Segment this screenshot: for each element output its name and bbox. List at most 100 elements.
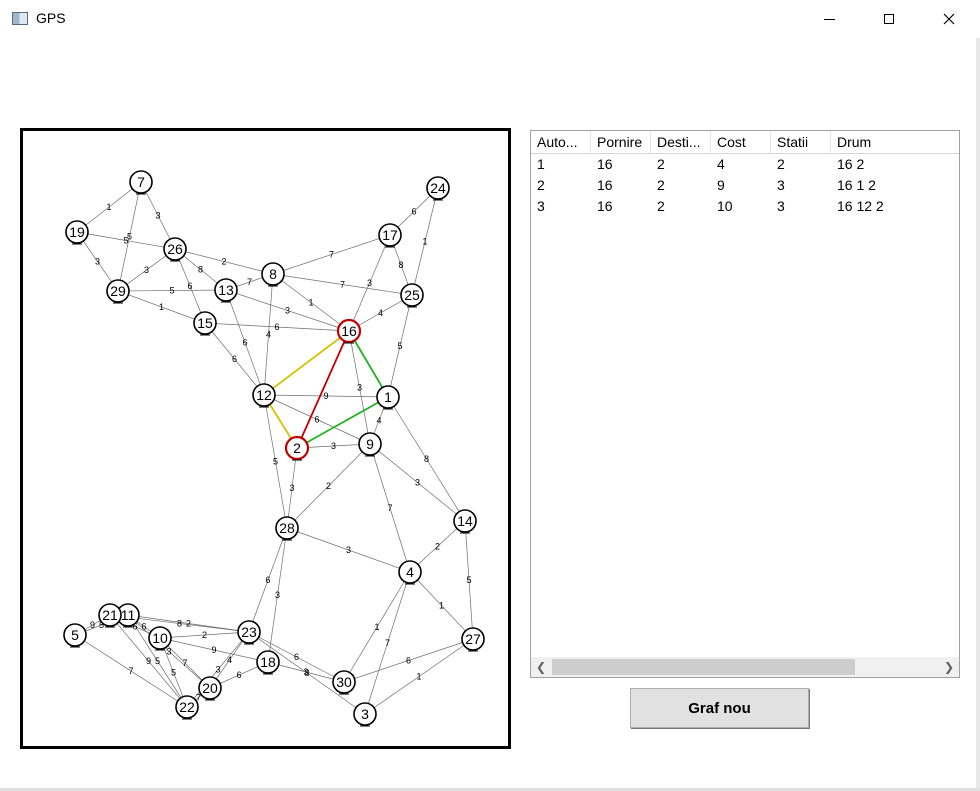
graph-node-label: 24 (430, 180, 446, 196)
edge-weight-label: 8 (424, 454, 429, 464)
close-icon (943, 13, 955, 25)
graph-canvas[interactable]: 1355338621573666417638145739653324837251… (20, 128, 511, 749)
edge-weight-label: 7 (385, 638, 390, 648)
edge-weight-label: 6 (314, 415, 319, 425)
edge-weight-label: 8 (198, 265, 203, 275)
graph-node-label: 29 (110, 283, 126, 299)
graph-node-label: 13 (218, 282, 234, 298)
edge-weight-label: 1 (106, 202, 111, 212)
edge-weight-label: 9 (211, 645, 216, 655)
close-button[interactable] (926, 0, 972, 38)
new-graph-button[interactable]: Graf nou (630, 688, 809, 728)
results-list[interactable]: Auto... Pornire Desti... Cost Statii Dru… (530, 130, 960, 678)
table-row[interactable]: 3 16 2 10 3 16 12 2 (531, 196, 959, 217)
edge-weight-label: 3 (275, 590, 280, 600)
edge-weight-label: 6 (236, 670, 241, 680)
edge-weight-label: 3 (144, 265, 149, 275)
graph-node-label: 8 (269, 266, 277, 282)
edge-weight-label: 2 (186, 619, 191, 629)
scroll-right-button[interactable]: ❯ (939, 657, 959, 677)
column-header-drum[interactable]: Drum (831, 131, 959, 153)
graph-node-label: 9 (366, 436, 374, 452)
minimize-button[interactable] (806, 0, 852, 38)
graph-svg: 135533 86215736664176381457396533 24837251… (63, 170, 485, 727)
scrollbar-thumb[interactable] (552, 659, 855, 675)
cell-drum: 16 1 2 (837, 177, 876, 193)
graph-node-label: 27 (465, 631, 481, 647)
table-row[interactable]: 1 16 2 4 2 16 2 (531, 154, 959, 175)
cell-statii: 3 (777, 177, 785, 193)
edge-weight-label: 3 (95, 257, 100, 267)
edge-weight-label: 3 (155, 211, 160, 221)
edge-weight-label: 5 (123, 236, 128, 246)
graph-node-label: 15 (197, 315, 213, 331)
cell-destinatie: 2 (657, 177, 665, 193)
column-header-destinatie[interactable]: Desti... (651, 131, 711, 153)
graph-node-label: 12 (256, 387, 272, 403)
edge-weight-label: 8 (304, 668, 309, 678)
column-header-cost[interactable]: Cost (711, 131, 771, 153)
cell-cost: 9 (717, 177, 725, 193)
edge-weight-label: 5 (466, 575, 471, 585)
edge-weight-label: 5 (155, 656, 160, 666)
edge-weight-label: 7 (387, 503, 392, 513)
edge-weight-label: 2 (221, 257, 226, 267)
cell-statii: 2 (777, 156, 785, 172)
edge-weight-label: 7 (128, 666, 133, 676)
edge-weight-label: 8 (398, 260, 403, 270)
edge-weight-label: 6 (411, 207, 416, 217)
edge-weight-label: 7 (182, 658, 187, 668)
chevron-left-icon: ❮ (535, 660, 547, 674)
graph-node-label: 26 (167, 241, 183, 257)
cell-cost: 4 (717, 156, 725, 172)
edge-weight-label: 9 (90, 620, 95, 630)
maximize-icon (884, 14, 894, 24)
column-header-pornire[interactable]: Pornire (591, 131, 651, 153)
column-header-statii[interactable]: Statii (771, 131, 831, 153)
results-header: Auto... Pornire Desti... Cost Statii Dru… (531, 131, 959, 154)
edge-weight-label: 6 (406, 656, 411, 666)
graph-node-label: 10 (152, 630, 168, 646)
graph-node-label: 28 (279, 520, 295, 536)
cell-pornire: 16 (597, 198, 613, 214)
cell-destinatie: 2 (657, 198, 665, 214)
graph-node-label: 21 (102, 607, 118, 623)
cell-auto: 2 (537, 177, 545, 193)
graph-node-label: 18 (260, 654, 276, 670)
edge-weight-label: 3 (367, 278, 372, 288)
window-title: GPS (36, 10, 66, 26)
app-icon (12, 12, 28, 25)
horizontal-scrollbar[interactable]: ❮ ❯ (531, 657, 959, 677)
edge-weight-label: 1 (416, 672, 421, 682)
edge-weight-label: 7 (329, 250, 334, 260)
graph-node-label: 25 (404, 287, 420, 303)
cell-cost: 10 (717, 198, 733, 214)
edge-weight-label: 3 (285, 306, 290, 316)
scroll-left-button[interactable]: ❮ (531, 657, 551, 677)
results-rows: 1 16 2 4 2 16 2 2 16 2 9 3 16 1 2 3 16 2… (531, 154, 959, 217)
cell-statii: 3 (777, 198, 785, 214)
edge-weight-label: 6 (242, 338, 247, 348)
edge-weight-label: 2 (326, 481, 331, 491)
edge-weight-label: 4 (376, 416, 381, 426)
window-right-edge (976, 38, 980, 791)
cell-auto: 1 (537, 156, 545, 172)
edge-weight-label: 7 (247, 277, 252, 287)
edge-weight-label: 5 (397, 341, 402, 351)
graph-node-label: 20 (202, 680, 218, 696)
maximize-button[interactable] (866, 0, 912, 38)
table-row[interactable]: 2 16 2 9 3 16 1 2 (531, 175, 959, 196)
graph-node-label: 14 (457, 513, 473, 529)
cell-pornire: 16 (597, 156, 613, 172)
column-header-auto[interactable]: Auto... (531, 131, 591, 153)
edge-weight-label: 1 (308, 298, 313, 308)
edge-weight-label: 6 (187, 281, 192, 291)
graph-node-label: 4 (406, 564, 414, 580)
edge-weight-label: 2 (202, 630, 207, 640)
edge-weight-label: 6 (274, 322, 279, 332)
edge-weight-label: 3 (289, 483, 294, 493)
graph-node-label: 23 (241, 624, 257, 640)
edge-weight-label: 3 (166, 647, 171, 657)
edge-weight-label: 3 (357, 383, 362, 393)
graph-node-label: 2 (293, 440, 301, 456)
